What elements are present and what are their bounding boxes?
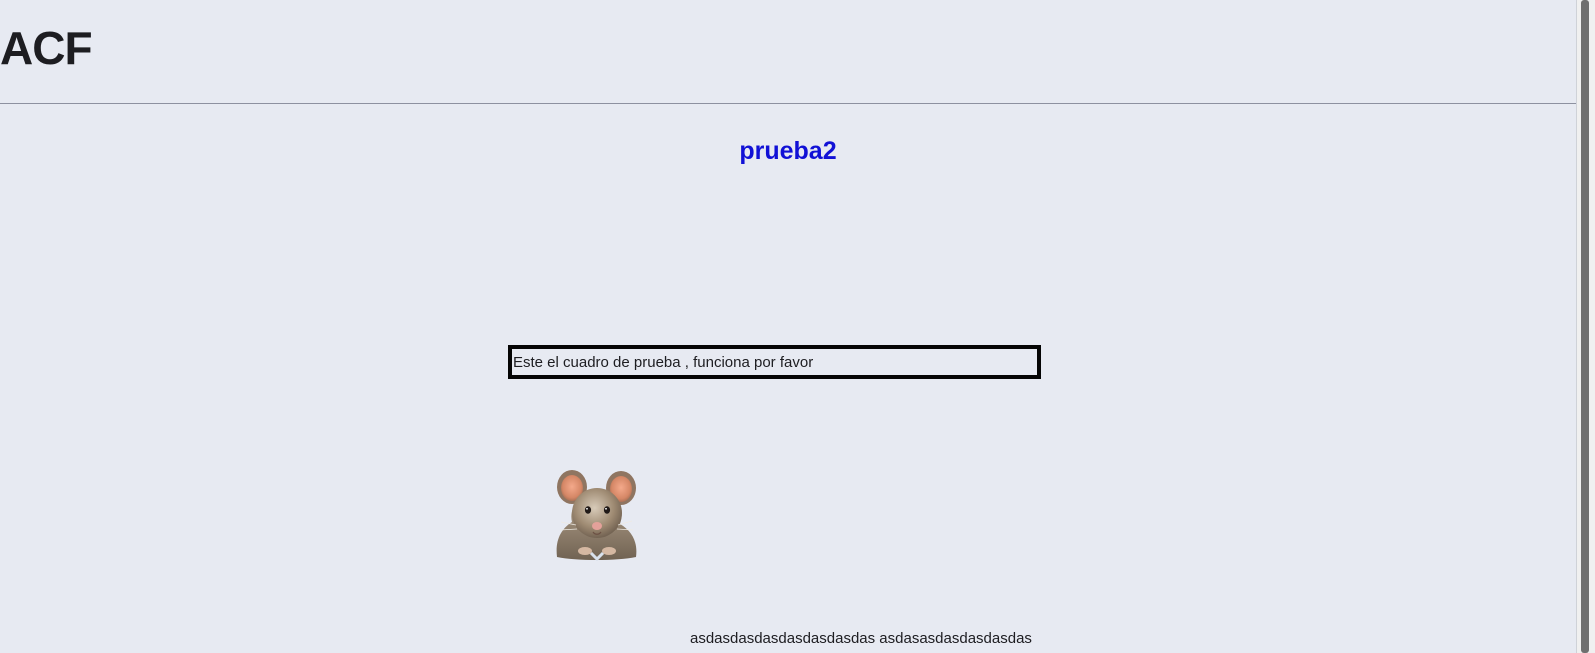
header-divider <box>0 103 1576 104</box>
mouse-image <box>556 470 637 562</box>
test-box: Este el cuadro de prueba , funciona por … <box>508 345 1041 379</box>
page-content: ACF prueba2 Este el cuadro de prueba , f… <box>0 0 1576 653</box>
post-title: prueba2 <box>739 137 837 165</box>
footer-text: asdasdasdasdasdasdasdas asdasasdasdasdas… <box>690 630 1032 647</box>
site-title: ACF <box>0 22 93 74</box>
page-body: { "site": { "title": "ACF" }, "post": { … <box>0 0 1595 653</box>
mouse-head <box>572 488 622 538</box>
vertical-scrollbar[interactable] <box>1576 0 1595 653</box>
test-box-text: Este el cuadro de prueba , funciona por … <box>513 354 814 371</box>
scrollbar-thumb[interactable] <box>1581 0 1589 653</box>
